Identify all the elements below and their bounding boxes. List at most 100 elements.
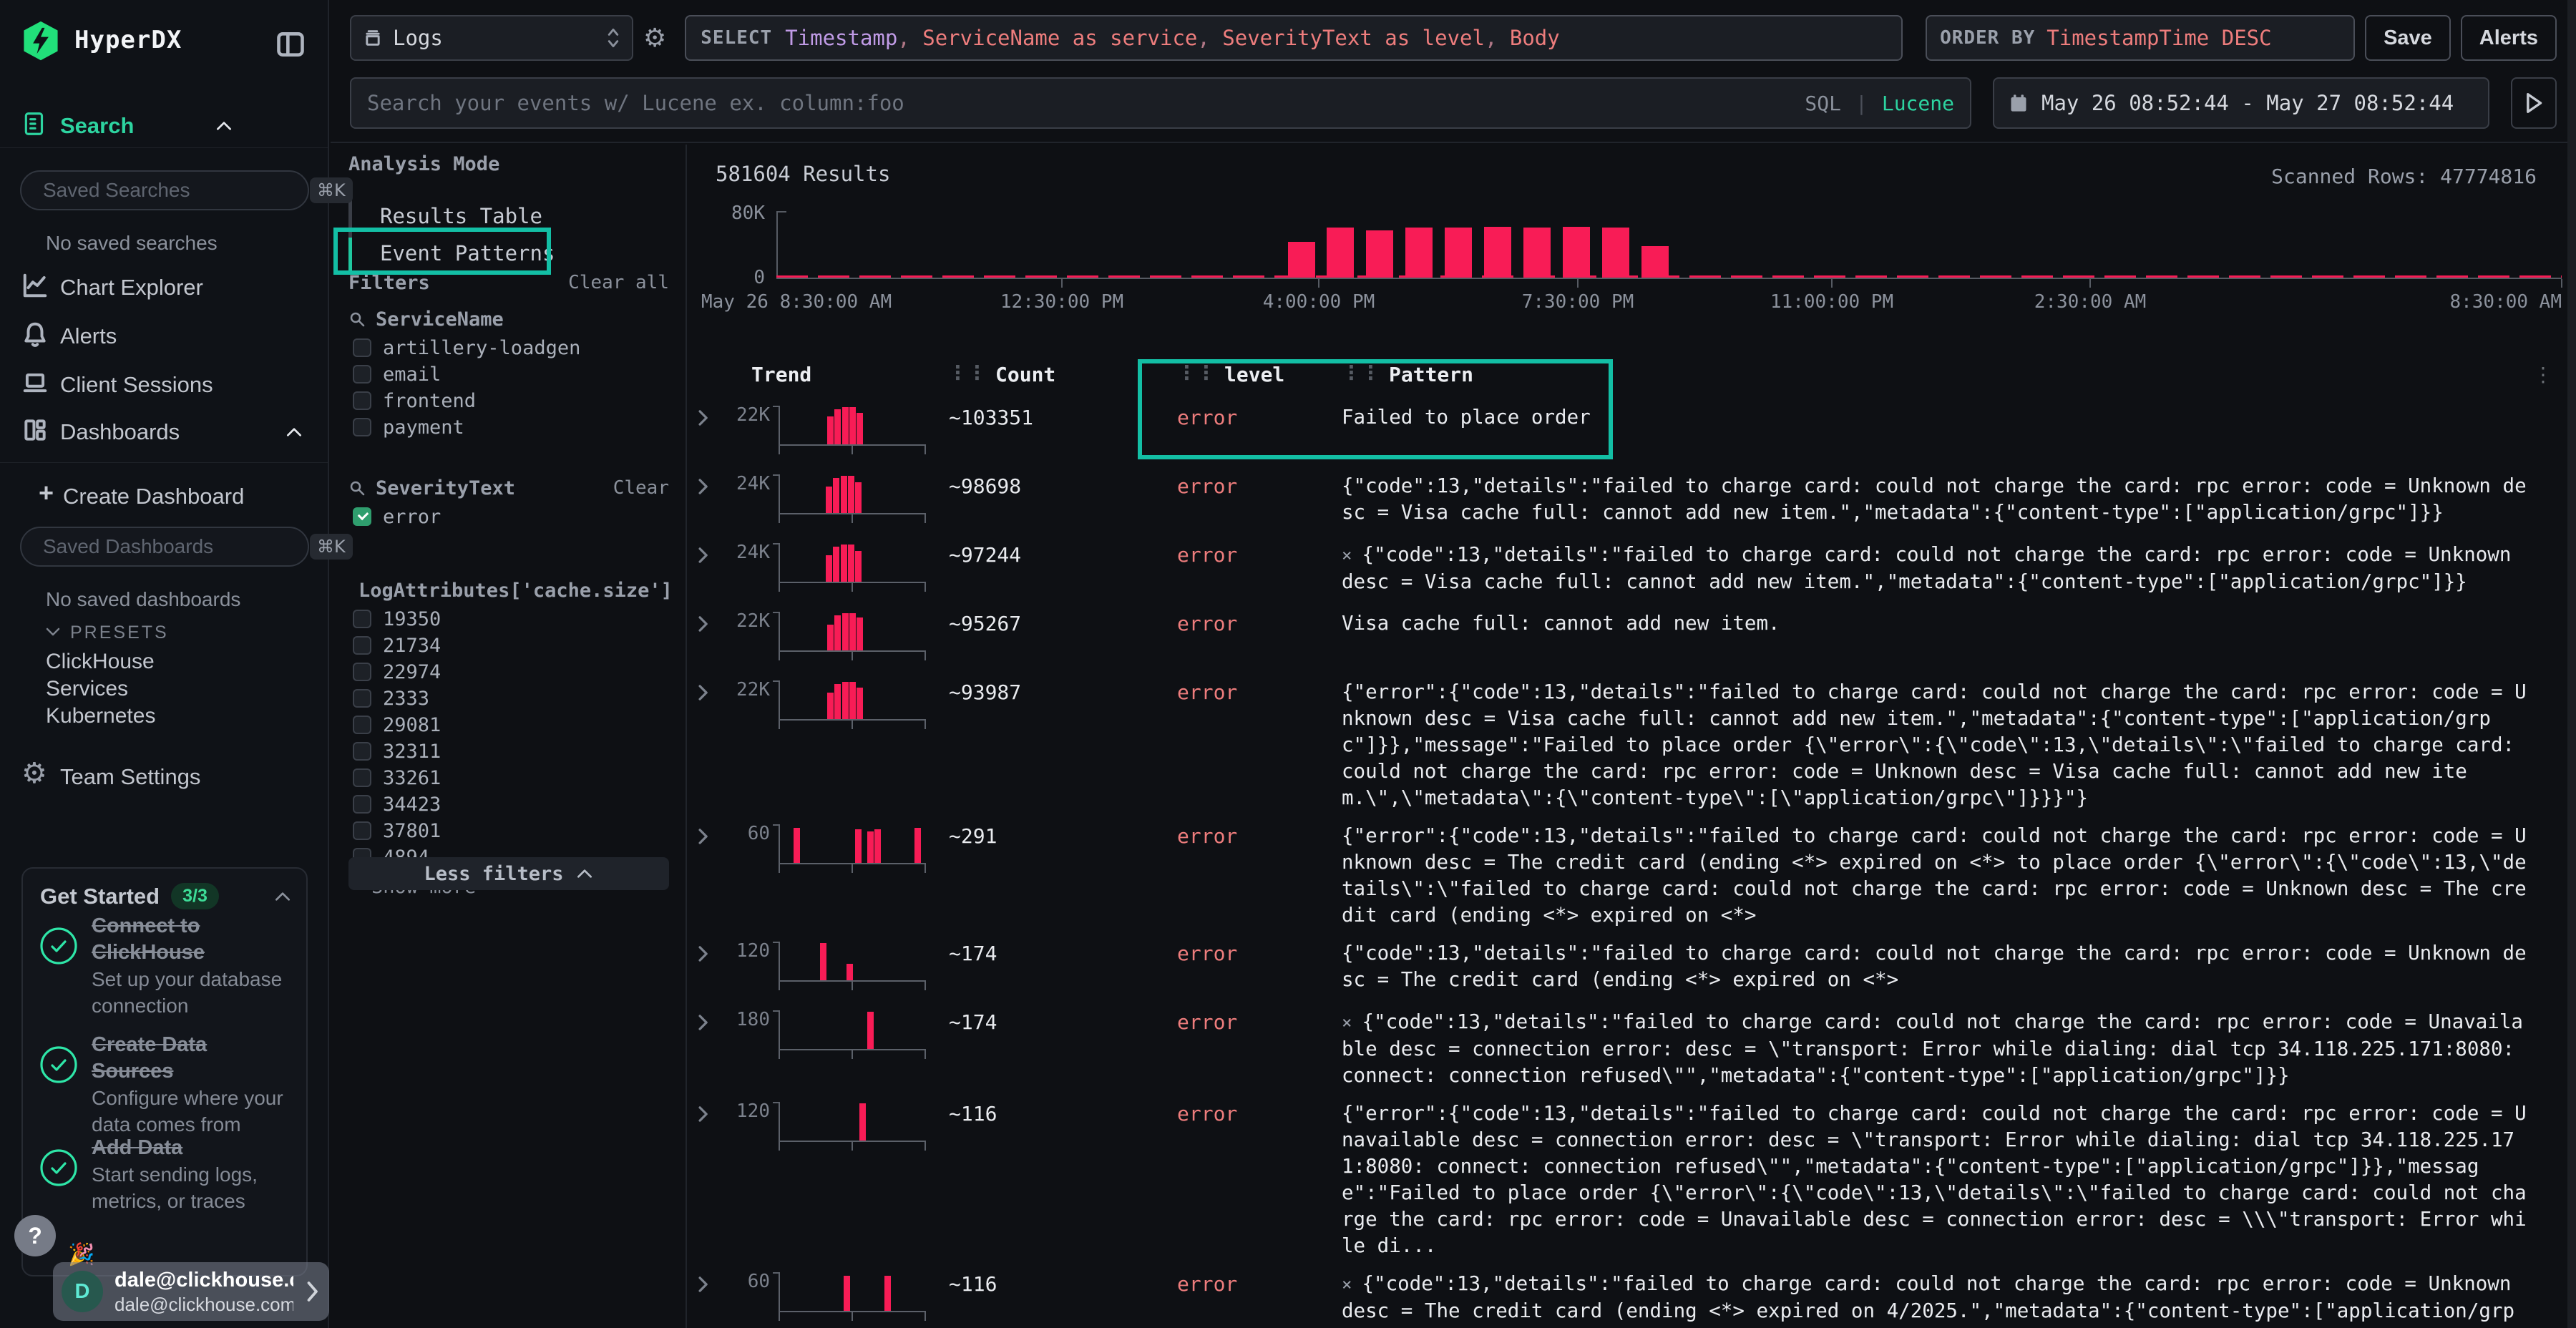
pattern-row[interactable]: 24K~98698error{"code":13,"details":"fail… — [688, 473, 2576, 530]
checkbox[interactable] — [353, 663, 371, 681]
checkbox[interactable] — [353, 768, 371, 787]
filter-checkbox-row[interactable]: email — [348, 362, 669, 386]
dismiss-x-icon[interactable]: × — [1342, 545, 1352, 565]
sidebar-item-team-settings[interactable]: Team Settings — [60, 764, 200, 790]
sidebar-item-alerts[interactable]: Alerts — [60, 323, 117, 349]
sidebar-item-search[interactable]: Search — [60, 113, 134, 139]
analysis-mode-option-event-patterns[interactable]: Event Patterns — [348, 235, 663, 272]
filter-checkbox-row[interactable]: 22974 — [348, 660, 669, 684]
column-header-pattern[interactable]: ⋮⋮Pattern — [1331, 363, 2533, 386]
filter-checkbox-row[interactable]: payment — [348, 415, 669, 439]
preset-link-clickhouse[interactable]: ClickHouse — [46, 650, 155, 674]
source-select[interactable]: Logs — [350, 15, 633, 61]
histogram-bar[interactable] — [1523, 228, 1551, 278]
checkbox[interactable] — [353, 689, 371, 708]
checkbox[interactable] — [353, 418, 371, 436]
filter-checkbox-row[interactable]: 21734 — [348, 633, 669, 658]
presets-section-label[interactable]: PRESETS — [70, 622, 169, 643]
chevron-up-icon[interactable] — [285, 425, 303, 439]
sidebar-collapse-icon[interactable] — [275, 29, 306, 60]
filter-checkbox-row[interactable]: 29081 — [348, 713, 669, 737]
filter-checkbox-row[interactable]: 32311 — [348, 739, 669, 763]
checkbox[interactable] — [353, 795, 371, 814]
row-expander[interactable] — [694, 542, 723, 565]
event-search-input[interactable] — [367, 91, 1790, 115]
checkbox[interactable] — [353, 821, 371, 840]
saved-dashboards-input[interactable] — [43, 535, 301, 558]
checkbox[interactable] — [353, 742, 371, 761]
sidebar-item-client-sessions[interactable]: Client Sessions — [60, 372, 213, 398]
filter-clear-link[interactable]: Clear — [613, 477, 669, 499]
dismiss-x-icon[interactable]: × — [1342, 1274, 1352, 1294]
pattern-row[interactable]: 24K~97244error×{"code":13,"details":"fai… — [688, 542, 2576, 599]
pattern-row[interactable]: 22K~95267errorVisa cache full: cannot ad… — [688, 610, 2576, 668]
sql-toggle[interactable]: SQL — [1805, 92, 1841, 115]
help-button[interactable]: ? — [14, 1215, 56, 1256]
sidebar-item-dashboards[interactable]: Dashboards — [60, 419, 180, 445]
row-expander[interactable] — [694, 473, 723, 496]
checkbox[interactable] — [353, 636, 371, 655]
row-expander[interactable] — [694, 1271, 723, 1294]
column-header-level[interactable]: ⋮⋮level — [1166, 363, 1331, 386]
checkbox[interactable] — [353, 716, 371, 734]
histogram-bar[interactable] — [1366, 230, 1393, 278]
chevron-up-icon[interactable] — [273, 889, 292, 904]
histogram-bar[interactable] — [1405, 228, 1433, 278]
checkbox[interactable] — [353, 338, 371, 357]
results-histogram[interactable]: 80K 0 May 26 8:30:00 AM12:30:00 PM4:00:0… — [776, 211, 2562, 315]
histogram-bar[interactable] — [1563, 227, 1590, 278]
histogram-bar[interactable] — [1445, 228, 1472, 278]
column-header-count[interactable]: ⋮⋮Count — [937, 363, 1166, 386]
histogram-bar[interactable] — [1484, 227, 1511, 278]
date-range-picker[interactable]: May 26 08:52:44 - May 27 08:52:44 — [1993, 77, 2489, 129]
checkbox[interactable] — [353, 610, 371, 628]
column-header-trend[interactable]: Trend — [723, 363, 937, 386]
pattern-row[interactable]: 120~116error{"error":{"code":13,"details… — [688, 1100, 2576, 1259]
pattern-row[interactable]: 60~116error×{"code":13,"details":"failed… — [688, 1271, 2576, 1328]
drag-handle-icon[interactable]: ⋮⋮ — [1342, 363, 1380, 386]
analysis-mode-option-results-table[interactable]: Results Table — [348, 197, 663, 235]
checkbox[interactable] — [353, 365, 371, 384]
filter-checkbox-row[interactable]: 37801 — [348, 819, 669, 843]
row-expander[interactable] — [694, 940, 723, 963]
lucene-toggle[interactable]: Lucene — [1882, 92, 1954, 115]
pattern-row[interactable]: 22K~93987error{"error":{"code":13,"detai… — [688, 679, 2576, 811]
filter-checkbox-row[interactable]: 2333 — [348, 686, 669, 711]
saved-dashboards-searchbar[interactable]: ⌘K — [20, 527, 309, 567]
filter-checkbox-row[interactable]: 33261 — [348, 766, 669, 790]
order-by-input[interactable]: ORDER BY TimestampTime DESC — [1926, 15, 2355, 61]
saved-searches-searchbar[interactable]: ⌘K — [20, 170, 309, 210]
row-expander[interactable] — [694, 679, 723, 702]
row-expander[interactable] — [694, 823, 723, 846]
chevron-up-icon[interactable] — [215, 119, 233, 133]
filter-checkbox-row[interactable]: artillery-loadgen — [348, 336, 669, 360]
preset-link-services[interactable]: Services — [46, 677, 128, 701]
histogram-bar[interactable] — [1602, 228, 1629, 278]
histogram-bar[interactable] — [1288, 242, 1315, 278]
row-expander[interactable] — [694, 1100, 723, 1123]
preset-link-kubernetes[interactable]: Kubernetes — [46, 704, 155, 728]
less-filters-button[interactable]: Less filters — [348, 857, 669, 890]
row-expander[interactable] — [694, 1009, 723, 1032]
checkbox[interactable] — [353, 391, 371, 410]
chevron-down-icon[interactable] — [44, 625, 62, 638]
histogram-bar[interactable] — [1327, 228, 1354, 278]
row-expander[interactable] — [694, 404, 723, 427]
checkbox[interactable] — [353, 507, 371, 526]
event-search-bar[interactable]: SQL | Lucene — [350, 77, 1971, 129]
save-button[interactable]: Save — [2365, 15, 2451, 61]
clear-all-link[interactable]: Clear all — [568, 272, 669, 294]
drag-handle-icon[interactable]: ⋮⋮ — [1177, 363, 1216, 386]
sidebar-item-chart-explorer[interactable]: Chart Explorer — [60, 275, 203, 301]
filter-checkbox-row[interactable]: 34423 — [348, 792, 669, 816]
pattern-row[interactable]: 22K~103351errorFailed to place order — [688, 404, 2576, 462]
dismiss-x-icon[interactable]: × — [1342, 1012, 1352, 1032]
alerts-button[interactable]: Alerts — [2461, 15, 2557, 61]
filter-checkbox-row[interactable]: 19350 — [348, 607, 669, 631]
saved-searches-input[interactable] — [43, 179, 301, 202]
select-query-input[interactable]: SELECT Timestamp, ServiceName as service… — [685, 15, 1903, 61]
source-settings-gear-icon[interactable]: ⚙ — [643, 24, 666, 53]
pattern-row[interactable]: 120~174error{"code":13,"details":"failed… — [688, 940, 2576, 997]
row-expander[interactable] — [694, 610, 723, 633]
user-account-chip[interactable]: D dale@clickhouse.com dale@clickhouse.co… — [53, 1262, 329, 1321]
